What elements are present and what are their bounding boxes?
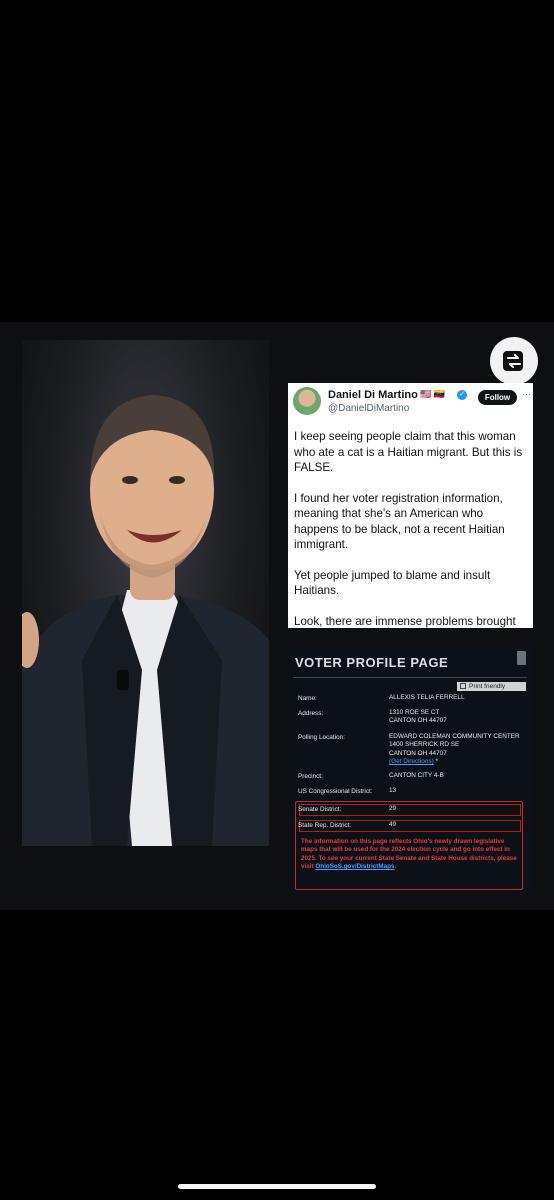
switch-glyph — [503, 351, 523, 371]
value-line: EDWARD COLEMAN COMMUNITY CENTER — [389, 733, 520, 740]
follow-button[interactable]: Follow — [478, 390, 517, 405]
value-line: CANTON OH 44707 — [389, 717, 447, 725]
tweet-header: Daniel Di Martino 🇺🇸 🇻🇪 ✓ @DanielDiMarti… — [293, 387, 531, 417]
value-line: 13 — [389, 787, 397, 794]
congressional-district-value: 13 — [389, 787, 396, 795]
more-options-icon[interactable]: ··· — [522, 389, 531, 399]
name-value: ALLEXIS TELIA FERRELL — [389, 694, 465, 702]
author-flags: 🇺🇸 🇻🇪 — [420, 389, 445, 399]
district-notice-text: The information on this page reflects Oh… — [301, 838, 517, 872]
senate-district-label: Senate District: — [298, 806, 342, 813]
avatar[interactable] — [293, 387, 321, 415]
tweet-paragraph: Look, there are immense problems brought… — [294, 614, 516, 628]
value-line: ALLEXIS TELIA FERRELL — [389, 694, 465, 701]
value-line: 1310 ROE SE CT — [389, 709, 440, 716]
precinct-value: CANTON CITY 4-B — [389, 772, 444, 780]
scrollbar-thumb — [517, 651, 526, 665]
name-label: Name: — [298, 695, 317, 702]
author-name[interactable]: Daniel Di Martino — [328, 389, 418, 401]
directions-row: (Get Directions) * — [389, 758, 520, 766]
polling-location-label: Polling Location: — [298, 734, 345, 741]
portrait-illustration — [22, 395, 269, 846]
tweet-paragraph: I found her voter registration informati… — [294, 491, 505, 552]
print-friendly-button[interactable]: Print friendly — [457, 682, 526, 691]
get-directions-link[interactable]: (Get Directions) — [389, 758, 434, 765]
value-line: 29 — [389, 805, 397, 812]
tweet-paragraph: Yet people jumped to blame and insult Ha… — [294, 568, 491, 598]
value-line: CANTON CITY 4-B — [389, 772, 444, 779]
tweet-paragraph: I keep seeing people claim that this wom… — [294, 430, 523, 474]
author-handle[interactable]: @DanielDiMartino — [328, 403, 409, 414]
congressional-district-label: US Congressional District: — [298, 788, 373, 795]
verified-badge-icon: ✓ — [457, 390, 467, 400]
precinct-label: Precinct: — [298, 773, 323, 780]
tweet-card[interactable]: Daniel Di Martino 🇺🇸 🇻🇪 ✓ @DanielDiMarti… — [288, 383, 533, 628]
address-value: 1310 ROE SE CT CANTON OH 44707 — [389, 709, 447, 726]
value-line: 49 — [389, 821, 397, 828]
value-line: 1400 SHERRICK RD SE — [389, 741, 460, 749]
state-rep-district-label: State Rep. District: — [298, 822, 352, 829]
value-line: CANTON OH 44707 — [389, 749, 447, 757]
print-label: Print friendly — [469, 683, 506, 690]
district-maps-link[interactable]: OhioSoS.gov/DistrictMaps — [315, 863, 394, 870]
address-label: Address: — [298, 710, 324, 717]
switch-arrows-icon[interactable] — [490, 337, 538, 385]
home-indicator[interactable] — [178, 1184, 376, 1189]
asterisk: * — [433, 758, 439, 766]
divider — [293, 677, 527, 678]
voter-profile-screenshot: VOTER PROFILE PAGE Print friendly Name: … — [288, 647, 533, 892]
polling-location-value: EDWARD COLEMAN COMMUNITY CENTER 1400 SHE… — [389, 733, 520, 767]
portrait-photo — [22, 340, 269, 846]
notice-end: . — [394, 863, 397, 871]
district-notice-box: The information on this page reflects Oh… — [295, 801, 523, 890]
voter-page-title: VOTER PROFILE PAGE — [295, 655, 449, 670]
printer-icon — [460, 683, 466, 689]
tweet-text: I keep seeing people claim that this wom… — [294, 429, 530, 628]
state-rep-district-value: 49 — [389, 821, 396, 829]
senate-district-value: 29 — [389, 805, 396, 813]
